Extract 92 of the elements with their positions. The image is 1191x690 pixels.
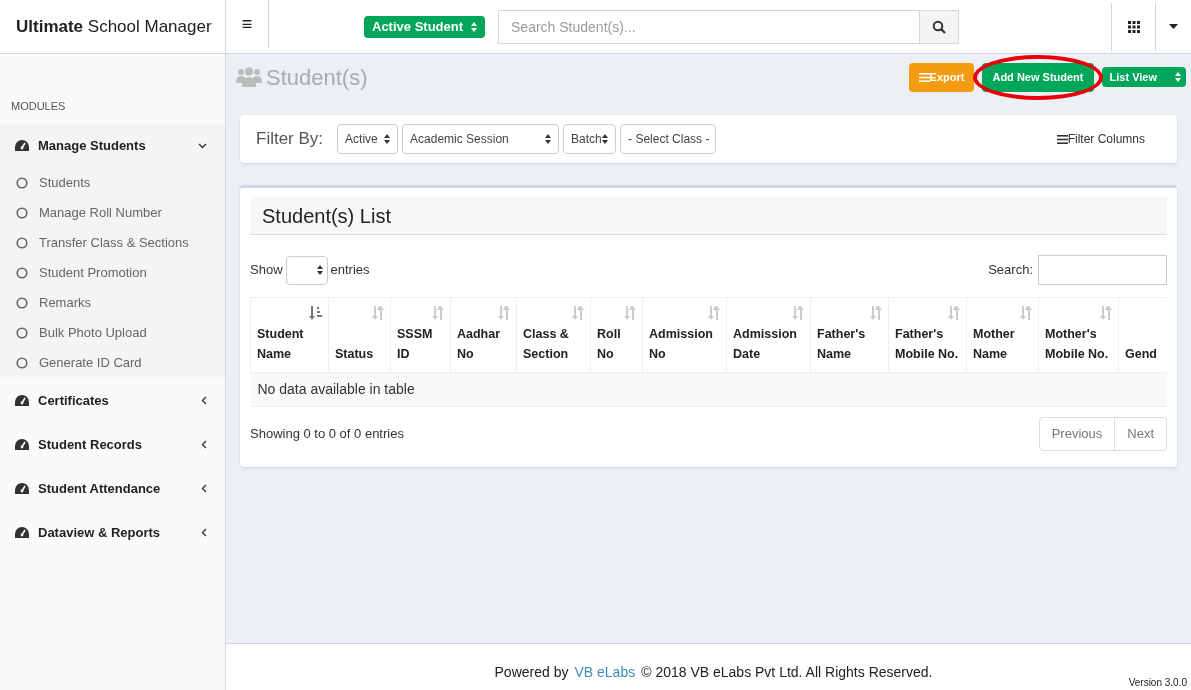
filter-columns-button[interactable]: Filter Columns [1056, 130, 1145, 148]
sidebar-item[interactable]: Students [0, 167, 225, 198]
updown-icon [471, 21, 477, 32]
circle-icon [16, 236, 28, 249]
updown-icon [545, 134, 552, 144]
grid-icon [1127, 20, 1140, 33]
column-header[interactable]: Roll No [590, 297, 643, 373]
search-button[interactable] [920, 9, 959, 44]
sort-icon [1099, 306, 1112, 320]
updown-icon [316, 265, 323, 275]
sort-icon [947, 306, 960, 320]
column-header[interactable]: Mother's Mobile No. [1038, 297, 1119, 373]
column-header[interactable]: Admission Date [726, 297, 811, 373]
circle-icon [16, 356, 28, 369]
updown-icon [602, 134, 609, 144]
sidebar-item[interactable]: Student Promotion [0, 257, 225, 288]
updown-icon [1175, 72, 1181, 82]
page-title: Student(s) [266, 63, 368, 92]
dashboard-icon [15, 438, 29, 451]
sidebar-item[interactable]: Generate ID Card [0, 347, 225, 378]
filter-select[interactable]: Batch [563, 124, 617, 154]
filter-select[interactable]: - Select Class - [620, 124, 717, 154]
menu-button[interactable]: ≡ [226, 0, 269, 48]
sidebar-group[interactable]: Student Records [0, 422, 225, 467]
list-icon [1056, 134, 1068, 144]
sort-icon [791, 306, 804, 320]
column-header[interactable]: Father's Mobile No. [888, 297, 967, 373]
column-header[interactable]: Aadhar No [450, 297, 517, 373]
sidebar-item[interactable]: Remarks [0, 287, 225, 318]
column-header[interactable]: Admission No [642, 297, 727, 373]
chevron-left-icon [201, 484, 207, 493]
users-icon [236, 67, 262, 87]
company-link[interactable]: VB eLabs [574, 662, 636, 683]
footer-text: Powered by [494, 663, 569, 682]
filter-select[interactable]: Academic Session [402, 124, 560, 154]
search-label: Search: [988, 261, 1033, 280]
circle-icon [16, 206, 28, 219]
column-header[interactable]: Mother Name [966, 297, 1039, 373]
caret-icon [1169, 24, 1178, 29]
chevron-left-icon [201, 396, 207, 405]
column-header[interactable]: Student Name [250, 297, 329, 373]
sort-icon [371, 306, 384, 320]
sort-icon [1019, 306, 1032, 320]
list-icon [918, 72, 930, 82]
column-header[interactable]: SSSM ID [390, 297, 451, 373]
sort-icon [431, 306, 444, 320]
column-header[interactable]: Class & Section [516, 297, 591, 373]
sort-icon [707, 306, 720, 320]
dashboard-icon [15, 526, 29, 539]
sidebar-group[interactable]: Manage Students [0, 123, 225, 168]
table-info: Showing 0 to 0 of 0 entries [250, 425, 404, 444]
circle-icon [16, 296, 28, 309]
version-text: Version 3.0.0 [1128, 676, 1187, 690]
sort-ascending-icon [308, 306, 322, 320]
sort-icon [869, 306, 882, 320]
sidebar-group[interactable]: Certificates [0, 378, 225, 423]
sort-icon [623, 306, 636, 320]
search-field[interactable]: Search Student(s)... [498, 9, 920, 44]
dashboard-icon [15, 394, 29, 407]
chevron-down-icon [198, 142, 207, 149]
copyright-text: © 2018 VB eLabs Pvt Ltd. All Rights Reserved. [641, 663, 933, 682]
sort-icon [497, 306, 510, 320]
circle-icon [16, 176, 28, 189]
empty-table-message: No data available in table [250, 372, 1167, 407]
sidebar-group[interactable]: Dataview & Reports [0, 510, 225, 555]
chevron-left-icon [201, 528, 207, 537]
entries-select[interactable] [285, 255, 328, 285]
table-search-field[interactable] [1038, 255, 1167, 285]
filter-label: Filter By: [256, 128, 324, 151]
entries-label: entries [330, 261, 370, 280]
search-icon [932, 19, 946, 34]
sidebar-group[interactable]: Student Attendance [0, 466, 225, 511]
filter-select[interactable]: Active [337, 124, 399, 154]
chevron-left-icon [201, 440, 207, 449]
sidebar-heading: MODULES [10, 99, 67, 114]
updown-icon [384, 134, 391, 144]
dashboard-icon [15, 482, 29, 495]
column-header[interactable]: Status [328, 297, 391, 373]
circle-icon [16, 326, 28, 339]
app-logo[interactable]: Ultimate School Manager [16, 13, 212, 40]
column-header[interactable]: Gend [1118, 297, 1167, 373]
circle-icon [16, 266, 28, 279]
sidebar-item[interactable]: Transfer Class & Sections [0, 227, 225, 258]
column-header[interactable]: Father's Name [810, 297, 889, 373]
previous-page-button[interactable]: Previous [1038, 417, 1116, 451]
show-label: Show [250, 261, 283, 280]
dashboard-icon [15, 139, 29, 152]
sort-icon [571, 306, 584, 320]
sidebar-item[interactable]: Bulk Photo Upload [0, 317, 225, 348]
sidebar-item[interactable]: Manage Roll Number [0, 197, 225, 228]
list-title: Student(s) List [262, 203, 391, 229]
next-page-button[interactable]: Next [1115, 417, 1167, 451]
